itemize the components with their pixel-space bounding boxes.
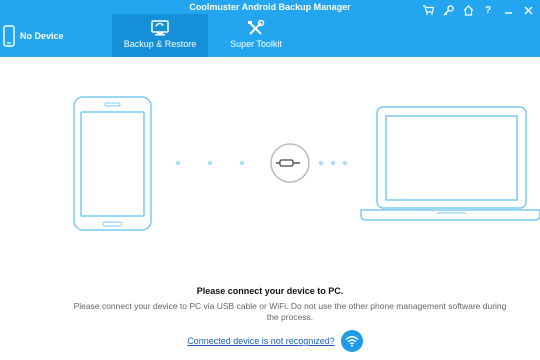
- key-icon[interactable]: [442, 4, 454, 16]
- connect-message-body: Please connect your device to PC via USB…: [73, 301, 507, 322]
- window-controls: ?: [422, 4, 534, 16]
- laptop-illustration: [360, 106, 540, 221]
- home-icon[interactable]: [462, 4, 474, 16]
- help-icon[interactable]: ?: [482, 4, 494, 16]
- tab-super-toolkit-label: Super Toolkit: [230, 39, 282, 49]
- backup-restore-icon: [150, 20, 170, 36]
- device-not-recognized-link[interactable]: Connected device is not recognized?: [187, 336, 335, 346]
- usb-cable-icon: [270, 143, 310, 183]
- tab-backup-restore[interactable]: Backup & Restore: [112, 14, 208, 57]
- phone-illustration: [73, 96, 152, 231]
- header-bar: Coolmuster Android Backup Manager No Dev…: [0, 0, 540, 57]
- device-status[interactable]: No Device: [0, 14, 112, 57]
- close-icon[interactable]: [522, 4, 534, 16]
- connection-illustration: [73, 96, 540, 231]
- device-label: No Device: [20, 30, 64, 41]
- minimize-icon[interactable]: [502, 4, 514, 16]
- connection-dots: [175, 160, 348, 166]
- phone-icon: [3, 24, 15, 47]
- cart-icon[interactable]: [422, 4, 434, 16]
- wifi-icon[interactable]: [340, 330, 363, 352]
- tab-super-toolkit[interactable]: Super Toolkit: [208, 14, 304, 57]
- tools-icon: [247, 20, 265, 36]
- tab-backup-restore-label: Backup & Restore: [123, 39, 197, 49]
- connect-message-title: Please connect your device to PC.: [196, 286, 344, 296]
- help-row: Connected device is not recognized?: [0, 330, 540, 352]
